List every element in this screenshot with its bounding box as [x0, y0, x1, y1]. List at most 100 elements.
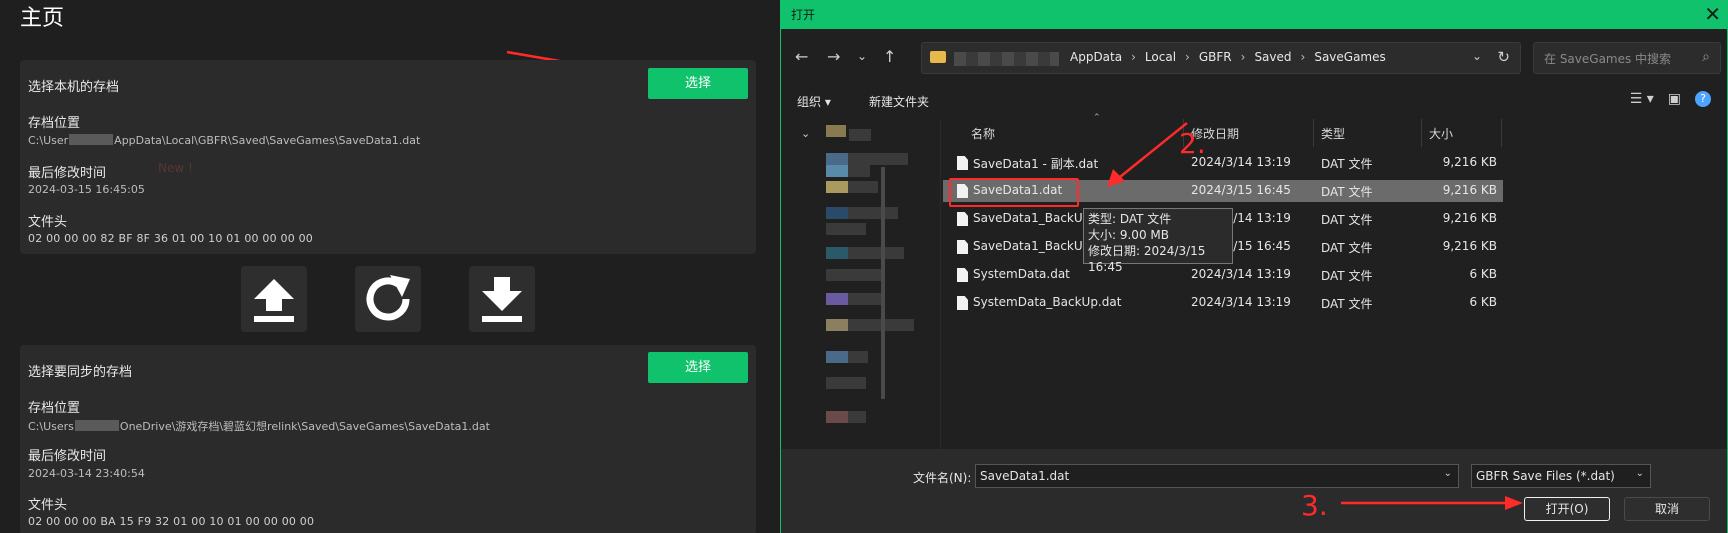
new-folder-button[interactable]: 新建文件夹 [869, 93, 929, 110]
redacted-nav-item[interactable] [826, 411, 866, 423]
address-bar[interactable]: AppData › Local › GBFR › Saved › SaveGames ⌄ ↻ [921, 42, 1521, 74]
filetype-select[interactable]: GBFR Save Files (*.dat) ⌄ [1471, 464, 1651, 488]
redacted-nav-item[interactable] [826, 153, 908, 165]
refresh-button[interactable]: ↻ [1497, 48, 1510, 66]
local-save-card: 选择本机的存档 选择 存档位置 C:\User AppData\Local\GBF… [20, 60, 756, 254]
file-icon [957, 240, 968, 254]
recent-locations-button[interactable]: ⌄ [857, 49, 867, 63]
redacted-nav-item[interactable] [826, 223, 866, 235]
breadcrumb-item[interactable]: SaveGames [1314, 50, 1385, 64]
redacted-nav-item[interactable] [826, 351, 868, 363]
redacted-path [954, 52, 1059, 66]
breadcrumb-item[interactable]: GBFR [1199, 50, 1232, 64]
upload-icon [254, 279, 294, 322]
file-list: ⌃ 名称 修改日期 类型 大小 SaveData1 - 副本.dat 2024/… [943, 113, 1727, 449]
download-button[interactable] [469, 266, 535, 332]
navigation-bar: ← → ⌄ ↑ AppData › Local › GBFR › Saved › SaveGam… [781, 39, 1727, 79]
file-row[interactable]: SaveData1 - 副本.dat 2024/3/14 13:19 DAT 文… [943, 152, 1503, 174]
download-icon [482, 277, 522, 322]
column-divider[interactable] [1313, 119, 1314, 147]
redacted-nav-item[interactable] [826, 269, 882, 281]
file-icon [957, 268, 968, 282]
dialog-titlebar[interactable]: 打开 ✕ [781, 1, 1727, 29]
arrow-left-icon: ← [795, 47, 809, 66]
annotation-arrow-2 [1107, 122, 1188, 187]
local-location-value: C:\User AppData\Local\GBFR\Saved\SaveGame… [28, 134, 421, 147]
filetype-value: GBFR Save Files (*.dat) [1476, 469, 1615, 483]
redacted-nav-item[interactable] [826, 181, 878, 193]
redacted-nav-item[interactable] [826, 293, 884, 305]
view-options-icon[interactable]: ☰ ▾ [1630, 91, 1654, 107]
chevron-right-icon: › [1185, 50, 1190, 64]
column-divider[interactable] [1501, 119, 1502, 147]
annotation-highlight-box [949, 178, 1079, 207]
local-location-label: 存档位置 [28, 116, 81, 131]
back-button[interactable]: ← [795, 47, 808, 66]
column-name[interactable]: 名称 [971, 125, 995, 142]
close-button[interactable]: ✕ [1704, 3, 1721, 25]
search-icon: ⌕ [1702, 49, 1710, 65]
preview-pane-icon[interactable]: ▣ [1668, 91, 1681, 107]
tooltip-modified: 修改日期: 2024/3/15 16:45 [1088, 244, 1206, 274]
up-button[interactable]: ↑ [883, 47, 896, 66]
forward-button[interactable]: → [827, 47, 840, 66]
breadcrumb-item[interactable]: Saved [1254, 50, 1291, 64]
folder-icon [930, 51, 946, 63]
breadcrumb-item[interactable]: Local [1145, 50, 1176, 64]
open-file-dialog: 打开 ✕ ← → ⌄ ↑ AppData › Local › GBFR › Saved › Sa… [780, 0, 1728, 533]
new-badge: New ! [158, 161, 193, 175]
upload-button[interactable] [241, 266, 307, 332]
sync-refresh-button[interactable] [355, 266, 421, 332]
dialog-footer: 文件名(N): SaveData1.dat ⌄ GBFR Save Files … [781, 449, 1727, 533]
tooltip-size: 大小: 9.00 MB [1088, 228, 1169, 242]
search-input[interactable]: 在 SaveGames 中搜索 ⌕ [1533, 42, 1721, 74]
close-icon: ✕ [1704, 2, 1721, 26]
open-button[interactable]: 打开(O) [1524, 497, 1610, 521]
file-row[interactable]: SystemData_BackUp.dat 2024/3/14 13:19 DA… [943, 292, 1503, 314]
dialog-toolbar: 组织 ▾ 新建文件夹 ☰ ▾ ▣ ? [781, 89, 1727, 117]
redacted-nav-item[interactable] [826, 125, 846, 137]
dialog-title: 打开 [791, 8, 816, 22]
nav-scrollbar[interactable] [881, 167, 885, 399]
local-modified-value: 2024-03-15 16:45:05 [28, 183, 145, 196]
redacted-nav-item[interactable] [826, 247, 904, 259]
redacted-nav-item[interactable] [826, 319, 914, 331]
annotation-arrow-3 [1341, 496, 1523, 510]
chevron-down-icon[interactable]: ⌄ [1444, 468, 1452, 479]
filename-input[interactable]: SaveData1.dat ⌄ [975, 464, 1459, 488]
chevron-right-icon: › [1300, 50, 1306, 64]
sync-modified-value: 2024-03-14 23:40:54 [28, 467, 145, 480]
redacted-nav-item[interactable] [826, 165, 870, 177]
arrow-up-icon: ↑ [883, 47, 897, 66]
chevron-down-icon: ⌄ [1635, 468, 1644, 479]
select-local-button[interactable]: 选择 [648, 68, 748, 99]
sync-save-heading: 选择要同步的存档 [28, 365, 133, 380]
column-type[interactable]: 类型 [1321, 125, 1345, 142]
annotation-step-3: 3. [1301, 489, 1328, 522]
arrow-right-icon: → [827, 47, 841, 66]
select-sync-button[interactable]: 选择 [648, 352, 748, 383]
column-size[interactable]: 大小 [1429, 125, 1453, 142]
redacted-nav-item[interactable] [849, 129, 871, 141]
redacted-nav-item[interactable] [826, 207, 898, 219]
chevron-down-icon[interactable]: ⌄ [801, 127, 810, 140]
refresh-icon [366, 275, 410, 321]
filename-value: SaveData1.dat [980, 469, 1070, 483]
file-icon [957, 296, 968, 310]
file-tooltip: 类型: DAT 文件 大小: 9.00 MB 修改日期: 2024/3/15 1… [1083, 208, 1233, 274]
sync-app-window: 主页 1. 选择本机的存档 选择 存档位置 C:\UserAppData\Loc… [0, 0, 780, 533]
breadcrumb-item[interactable]: AppData [1070, 50, 1122, 64]
sync-location-value: C:\Users OneDrive\游戏存档\碧蓝幻想relink\Saved\S… [28, 420, 490, 433]
annotation-step-2: 2. [1179, 127, 1206, 160]
local-header-value: 02 00 00 00 82 BF 8F 36 01 00 10 01 00 0… [28, 232, 314, 245]
local-save-heading: 选择本机的存档 [28, 80, 120, 95]
cancel-button[interactable]: 取消 [1624, 497, 1710, 521]
redacted-nav-item[interactable] [826, 377, 866, 389]
help-icon[interactable]: ? [1695, 91, 1711, 107]
redacted-username [74, 420, 119, 431]
sync-header-value: 02 00 00 00 BA 15 F9 32 01 00 10 01 00 0… [28, 515, 315, 528]
address-dropdown-button[interactable]: ⌄ [1472, 49, 1482, 63]
sync-location-label: 存档位置 [28, 401, 81, 416]
organize-menu[interactable]: 组织 ▾ [797, 93, 831, 110]
column-divider[interactable] [1421, 119, 1422, 147]
